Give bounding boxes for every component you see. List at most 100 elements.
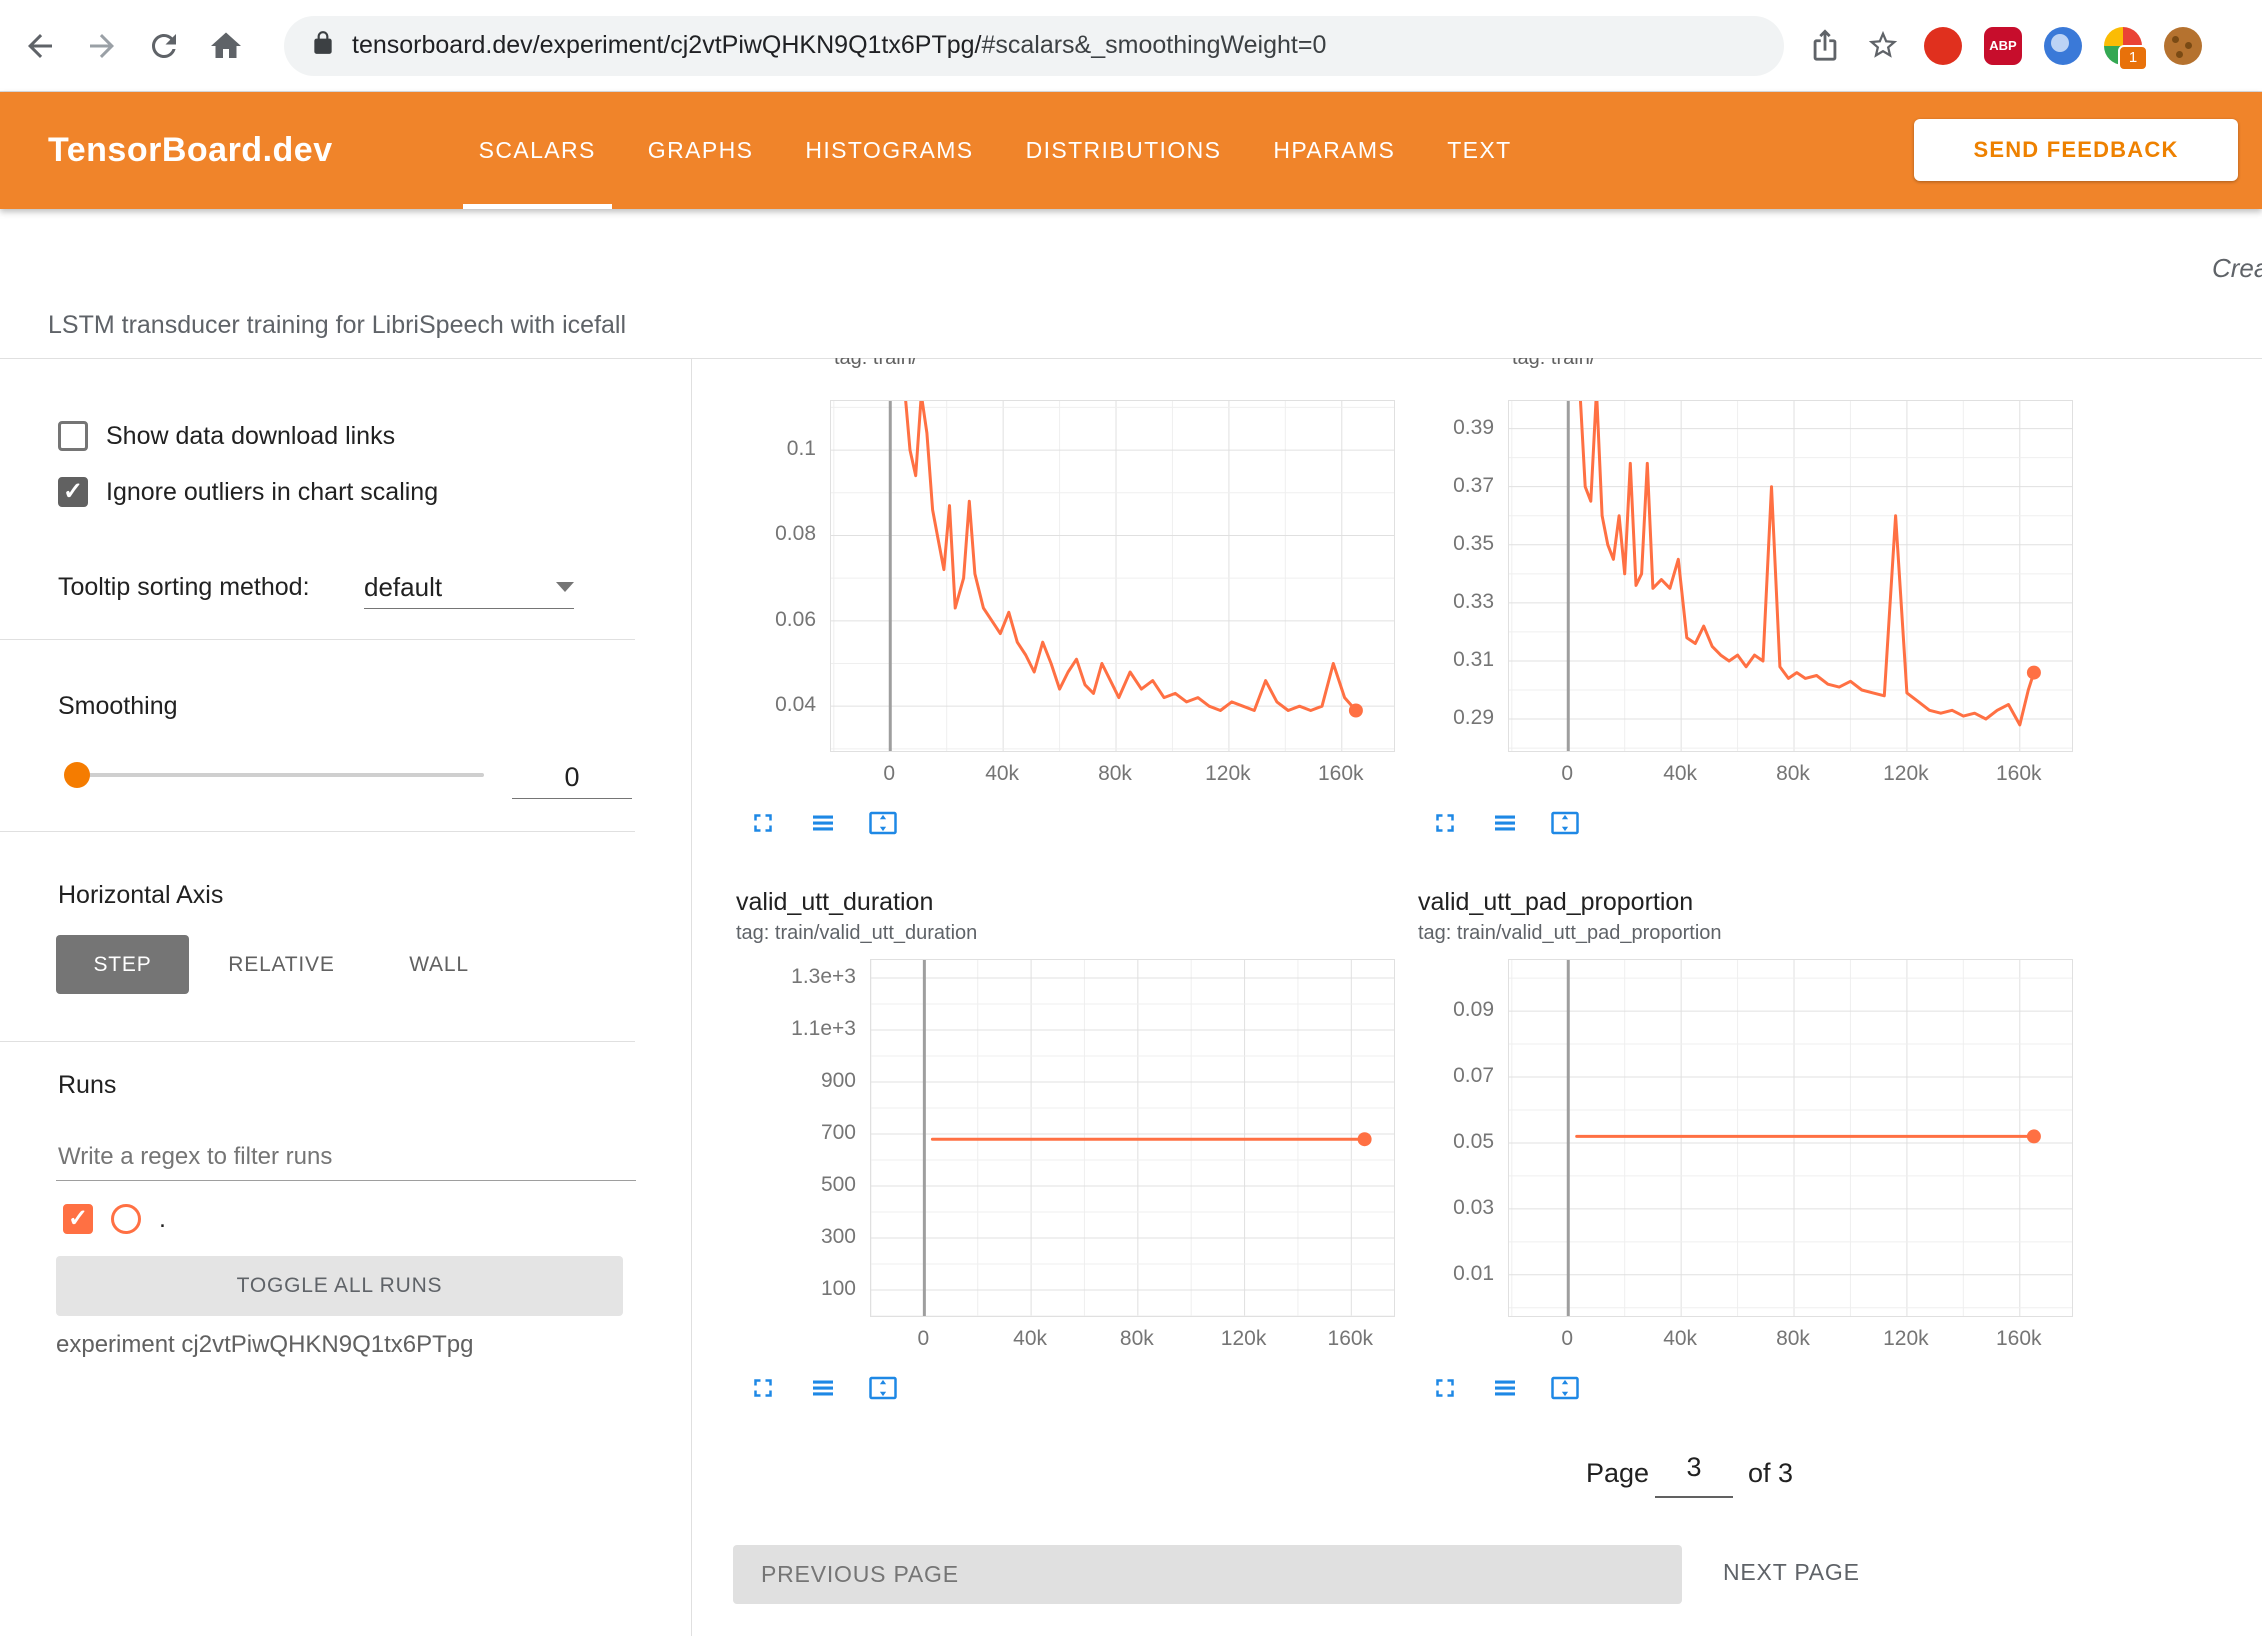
bookmark-star-icon[interactable]	[1866, 28, 1902, 64]
tooltip-sorting-dropdown[interactable]: default	[364, 566, 574, 609]
next-page-button[interactable]: NEXT PAGE	[1717, 1558, 1866, 1587]
chart-toolbar	[748, 1373, 898, 1403]
x-axis-tick-label: 160k	[1979, 1327, 2059, 1351]
share-icon[interactable]	[1808, 28, 1844, 64]
axis-relative-button[interactable]: RELATIVE	[189, 935, 374, 994]
y-axis-tick-label: 0.01	[1418, 1262, 1494, 1286]
ignore-outliers-checkbox[interactable]: ✓	[58, 477, 88, 507]
smoothing-slider-track[interactable]	[76, 773, 484, 777]
chart-plot-area[interactable]	[870, 959, 1395, 1317]
y-axis-tick-label: 0.07	[1418, 1064, 1494, 1088]
smoothing-slider-thumb[interactable]	[64, 762, 90, 788]
data-series-icon[interactable]	[1490, 1373, 1520, 1403]
forward-icon[interactable]	[84, 28, 120, 64]
refresh-icon[interactable]	[146, 28, 182, 64]
send-feedback-button[interactable]: SEND FEEDBACK	[1914, 119, 2238, 181]
runs-filter-input[interactable]	[56, 1134, 636, 1181]
check-icon: ✓	[63, 480, 83, 504]
x-axis-tick-label: 80k	[1753, 1327, 1833, 1351]
y-axis-tick-label: 0.33	[1418, 590, 1494, 614]
axis-step-button[interactable]: STEP	[56, 935, 189, 994]
fit-domain-icon[interactable]	[868, 808, 898, 838]
extension-icon-blue[interactable]	[2044, 27, 2082, 65]
fullscreen-icon[interactable]	[1430, 808, 1460, 838]
x-axis-tick-label: 160k	[1301, 762, 1381, 786]
run-row: ✓ .	[63, 1204, 166, 1234]
y-axis-tick-label: 700	[736, 1121, 856, 1145]
fit-domain-icon[interactable]	[868, 1373, 898, 1403]
y-axis-tick-label: 0.03	[1418, 1196, 1494, 1220]
y-axis-tick-label: 500	[736, 1173, 856, 1197]
scalar-chart: tag: train/0.040.060.080.1040k80k120k160…	[736, 358, 1396, 866]
data-series-icon[interactable]	[1490, 808, 1520, 838]
previous-page-button[interactable]: PREVIOUS PAGE	[733, 1545, 1682, 1604]
show-download-label: Show data download links	[106, 422, 395, 451]
runs-label: Runs	[58, 1071, 116, 1100]
url-text: tensorboard.dev/experiment/cj2vtPiwQHKN9…	[352, 31, 1326, 60]
toggle-all-runs-button[interactable]: TOGGLE ALL RUNS	[56, 1256, 623, 1316]
y-axis-tick-label: 0.31	[1418, 648, 1494, 672]
x-axis-tick-label: 120k	[1866, 1327, 1946, 1351]
fullscreen-icon[interactable]	[1430, 1373, 1460, 1403]
y-axis-tick-label: 0.29	[1418, 706, 1494, 730]
page-total-label: of 3	[1748, 1458, 1793, 1489]
tab-graphs[interactable]: GRAPHS	[622, 92, 780, 209]
x-axis-tick-label: 80k	[1753, 762, 1833, 786]
data-series-icon[interactable]	[808, 808, 838, 838]
address-bar[interactable]: tensorboard.dev/experiment/cj2vtPiwQHKN9…	[284, 16, 1784, 76]
home-icon[interactable]	[208, 28, 244, 64]
fullscreen-icon[interactable]	[748, 808, 778, 838]
x-axis-tick-label: 0	[1527, 1327, 1607, 1351]
page-number-input[interactable]: 3	[1655, 1452, 1733, 1498]
divider	[0, 639, 635, 640]
browser-toolbar: tensorboard.dev/experiment/cj2vtPiwQHKN9…	[0, 0, 2262, 92]
data-series-icon[interactable]	[808, 1373, 838, 1403]
clipped-chart-tag: tag: train/	[834, 358, 1274, 371]
y-axis-tick-label: 0.39	[1418, 416, 1494, 440]
show-download-checkbox[interactable]	[58, 421, 88, 451]
y-axis-tick-label: 100	[736, 1277, 856, 1301]
tab-histograms[interactable]: HISTOGRAMS	[779, 92, 999, 209]
ignore-outliers-label: Ignore outliers in chart scaling	[106, 478, 438, 507]
axis-wall-button[interactable]: WALL	[374, 935, 504, 994]
y-axis-tick-label: 1.3e+3	[736, 965, 856, 989]
brand-title: TensorBoard.dev	[48, 131, 333, 170]
tab-scalars[interactable]: SCALARS	[453, 92, 622, 209]
x-axis-tick-label: 160k	[1979, 762, 2059, 786]
tab-hparams[interactable]: HPARAMS	[1247, 92, 1421, 209]
chart-title: valid_utt_pad_proportion	[1418, 888, 1693, 917]
tab-text[interactable]: TEXT	[1421, 92, 1537, 209]
fit-domain-icon[interactable]	[1550, 1373, 1580, 1403]
y-axis-tick-label: 0.09	[1418, 998, 1494, 1022]
back-icon[interactable]	[22, 28, 58, 64]
x-axis-tick-label: 0	[849, 762, 929, 786]
x-axis-tick-label: 40k	[962, 762, 1042, 786]
show-download-row: Show data download links	[58, 421, 395, 451]
chart-toolbar	[1430, 808, 1580, 838]
divider	[0, 1041, 635, 1042]
abp-extension-icon[interactable]: ABP	[1984, 27, 2022, 65]
tab-distributions[interactable]: DISTRIBUTIONS	[1000, 92, 1248, 209]
adblock-extension-icon[interactable]	[1924, 27, 1962, 65]
chart-tag: tag: train/valid_utt_pad_proportion	[1418, 922, 1722, 945]
run-color-swatch[interactable]	[111, 1204, 141, 1234]
smoothing-label: Smoothing	[58, 692, 178, 721]
y-axis-tick-label: 1.1e+3	[736, 1017, 856, 1041]
chart-plot-area[interactable]	[1508, 400, 2073, 752]
y-axis-tick-label: 0.1	[736, 437, 816, 461]
fit-domain-icon[interactable]	[1550, 808, 1580, 838]
fullscreen-icon[interactable]	[748, 1373, 778, 1403]
profile-avatar[interactable]: 1	[2104, 27, 2142, 65]
smoothing-value-input[interactable]: 0	[512, 756, 632, 799]
clipped-chart-tag: tag: train/	[1512, 358, 1952, 371]
y-axis-tick-label: 900	[736, 1069, 856, 1093]
x-axis-tick-label: 0	[1527, 762, 1607, 786]
run-name: .	[159, 1205, 166, 1234]
y-axis-tick-label: 0.08	[736, 522, 816, 546]
created-text-clipped: Crea	[2212, 253, 2262, 284]
chart-plot-area[interactable]	[830, 400, 1395, 752]
cookie-extension-icon[interactable]	[2164, 27, 2202, 65]
chart-plot-area[interactable]	[1508, 959, 2073, 1317]
run-checkbox[interactable]: ✓	[63, 1204, 93, 1234]
main-nav: SCALARS GRAPHS HISTOGRAMS DISTRIBUTIONS …	[453, 92, 1538, 209]
